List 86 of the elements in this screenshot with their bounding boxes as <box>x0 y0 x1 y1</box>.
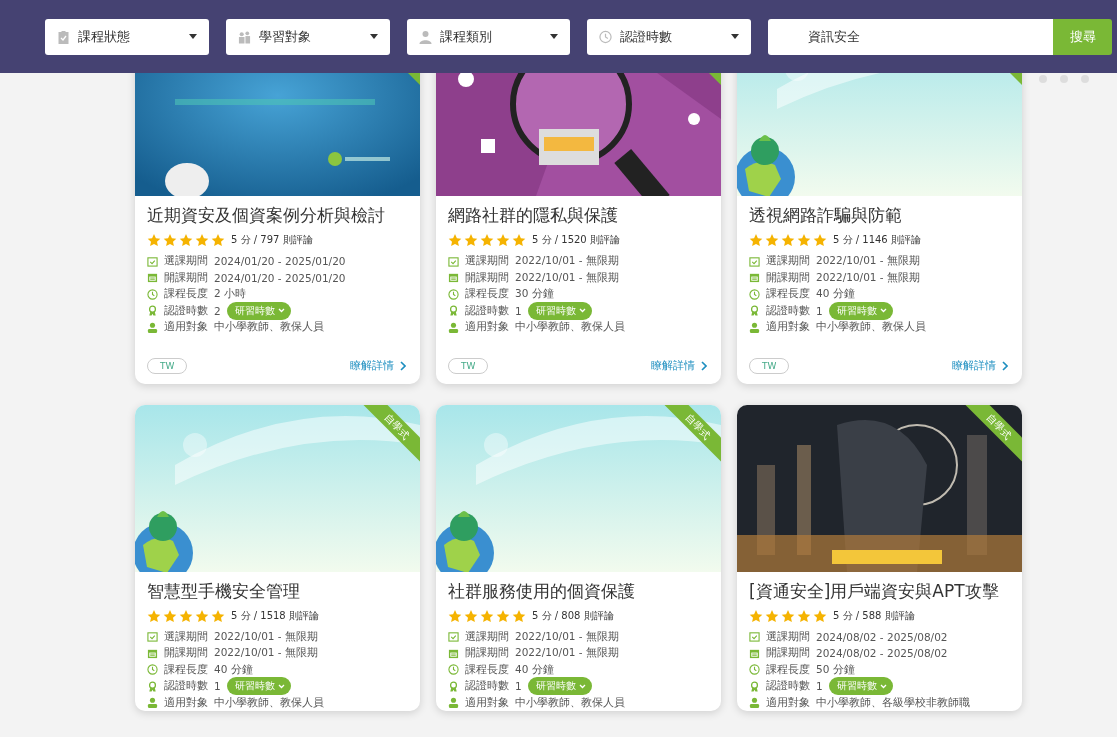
info-value: 中小學教師、教保人員 <box>816 320 926 335</box>
info-value: 2024/08/02 - 2025/08/02 <box>816 630 948 643</box>
filter-dropdown[interactable]: 課程類別 <box>406 18 571 55</box>
info-label: 課程長度 <box>465 662 509 677</box>
info-value: 2022/10/01 - 無限期 <box>515 254 619 269</box>
info-label: 認證時數 <box>465 679 509 694</box>
info-label: 適用對象 <box>164 695 208 710</box>
info-value: 中小學教師、各級學校非教師職 <box>816 695 970 710</box>
course-title: [資通安全]用戶端資安與APT攻擊 <box>749 579 1000 603</box>
info-value: 50 分鐘 <box>816 662 855 677</box>
search-field[interactable]: 資訊安全 <box>768 18 1053 55</box>
filter-dropdown[interactable]: 學習對象 <box>225 18 390 55</box>
info-value: 1 <box>515 304 522 317</box>
info-value: 中小學教師、教保人員 <box>515 695 625 710</box>
info-label: 選課期間 <box>766 254 810 269</box>
info-label: 適用對象 <box>465 695 509 710</box>
info-value: 1 <box>515 680 522 693</box>
info-value: 2024/01/20 - 2025/01/20 <box>214 271 346 284</box>
info-value: 中小學教師、教保人員 <box>214 695 324 710</box>
course-card[interactable]: 自學式 [資通安全]用戶端資安與APT攻擊 5 分 / 588 則評論 選課期間 2024/08/02 - 2025/08/02 開課期間 2024/08/02 - 2025/08/02 課程長度 50 分鐘 認證時數 1 研習時數 適用對象 中小學教師、各級學校非教師職 <box>737 404 1022 711</box>
info-label: 選課期間 <box>766 629 810 644</box>
info-value: 40 分鐘 <box>515 662 554 677</box>
info-value: 1 <box>214 680 221 693</box>
course-title: 網路社群的隱私與保護 <box>448 204 619 227</box>
info-value: 2022/10/01 - 無限期 <box>214 646 318 661</box>
info-value: 2022/10/01 - 無限期 <box>515 270 619 285</box>
info-label: 開課期間 <box>465 646 509 661</box>
info-value: 30 分鐘 <box>515 287 554 302</box>
info-value: 1 <box>816 304 823 317</box>
info-label: 課程長度 <box>766 662 810 677</box>
filter-dropdown[interactable]: 課程狀態 <box>45 18 209 55</box>
info-value: 2022/10/01 - 無限期 <box>816 270 920 285</box>
course-card[interactable]: 透視網路詐騙與防範 5 分 / 1146 則評論 選課期間 2022/10/01 - 無限期 開課期間 2022/10/01 - 無限期 課程長度 40 分鐘 認證時數 1 研習時數 適用對象 中小學教師、教保人員 TW 瞭解詳情 <box>737 73 1022 384</box>
info-label: 認證時數 <box>766 303 810 318</box>
info-value: 2022/10/01 - 無限期 <box>816 254 920 269</box>
info-value: 2022/10/01 - 無限期 <box>515 629 619 644</box>
info-label: 課程長度 <box>164 287 208 302</box>
info-value: 2 小時 <box>214 287 247 302</box>
course-title: 透視網路詐騙與防範 <box>749 204 903 227</box>
info-label: 課程長度 <box>766 287 810 302</box>
info-label: 認證時數 <box>465 303 509 318</box>
info-value: 中小學教師、教保人員 <box>214 320 324 335</box>
details-link[interactable]: 瞭解詳情 <box>952 358 1008 373</box>
info-label: 選課期間 <box>465 629 509 644</box>
rating-text: 5 分 / 588 則評論 <box>833 608 915 623</box>
info-label: 認證時數 <box>164 679 208 694</box>
info-label: 課程長度 <box>164 662 208 677</box>
course-title: 智慧型手機安全管理 <box>147 579 301 603</box>
rating-text: 5 分 / 1146 則評論 <box>833 233 921 247</box>
info-label: 開課期間 <box>766 646 810 661</box>
info-label: 適用對象 <box>766 695 810 710</box>
info-label: 選課期間 <box>164 254 208 269</box>
course-title: 近期資安及個資案例分析與檢討 <box>147 204 386 227</box>
course-card[interactable]: 網路社群的隱私與保護 5 分 / 1520 則評論 選課期間 2022/10/01 - 無限期 開課期間 2022/10/01 - 無限期 課程長度 30 分鐘 認證時數 1 研習時數 適用對象 中小學教師、教保人員 TW 瞭解詳情 <box>436 73 721 384</box>
info-value: 1 <box>816 680 823 693</box>
info-label: 適用對象 <box>164 320 208 335</box>
rating-text: 5 分 / 797 則評論 <box>231 233 313 247</box>
info-label: 開課期間 <box>164 646 208 661</box>
rating-text: 5 分 / 1518 則評論 <box>231 608 319 623</box>
info-value: 40 分鐘 <box>214 662 253 677</box>
details-link[interactable]: 瞭解詳情 <box>651 358 707 373</box>
info-value: 2 <box>214 304 221 317</box>
filter-dropdown[interactable]: 認證時數 <box>587 18 751 55</box>
rating-text: 5 分 / 808 則評論 <box>532 608 614 623</box>
info-value: 2024/01/20 - 2025/01/20 <box>214 255 346 268</box>
info-label: 課程長度 <box>465 287 509 302</box>
course-card[interactable]: 自學式 智慧型手機安全管理 5 分 / 1518 則評論 選課期間 2022/10/01 - 無限期 開課期間 2022/10/01 - 無限期 課程長度 40 分鐘 認證時數 1 研習時數 適用對象 中小學教師、教保人員 <box>135 404 420 711</box>
info-label: 開課期間 <box>164 270 208 285</box>
course-card[interactable]: 自學式 社群服務使用的個資保護 5 分 / 808 則評論 選課期間 2022/10/01 - 無限期 開課期間 2022/10/01 - 無限期 課程長度 40 分鐘 認證時數 1 研習時數 適用對象 中小學教師、教保人員 <box>436 404 721 711</box>
info-value: 2024/08/02 - 2025/08/02 <box>816 647 948 660</box>
info-value: 中小學教師、教保人員 <box>515 320 625 335</box>
info-value: 40 分鐘 <box>816 287 855 302</box>
details-link[interactable]: 瞭解詳情 <box>350 358 406 373</box>
info-value: 2022/10/01 - 無限期 <box>515 646 619 661</box>
info-label: 選課期間 <box>465 254 509 269</box>
rating-text: 5 分 / 1520 則評論 <box>532 233 620 247</box>
info-label: 適用對象 <box>766 320 810 335</box>
course-card[interactable]: 近期資安及個資案例分析與檢討 5 分 / 797 則評論 選課期間 2024/01/20 - 2025/01/20 開課期間 2024/01/20 - 2025/01/20 課程長度 2 小時 認證時數 2 研習時數 適用對象 中小學教師、教保人員 TW 瞭解詳情 <box>135 73 420 384</box>
course-title: 社群服務使用的個資保護 <box>448 579 636 603</box>
info-label: 選課期間 <box>164 629 208 644</box>
info-label: 開課期間 <box>465 270 509 285</box>
info-label: 開課期間 <box>766 270 810 285</box>
info-value: 2022/10/01 - 無限期 <box>214 629 318 644</box>
info-label: 認證時數 <box>766 679 810 694</box>
info-label: 認證時數 <box>164 303 208 318</box>
info-label: 適用對象 <box>465 320 509 335</box>
